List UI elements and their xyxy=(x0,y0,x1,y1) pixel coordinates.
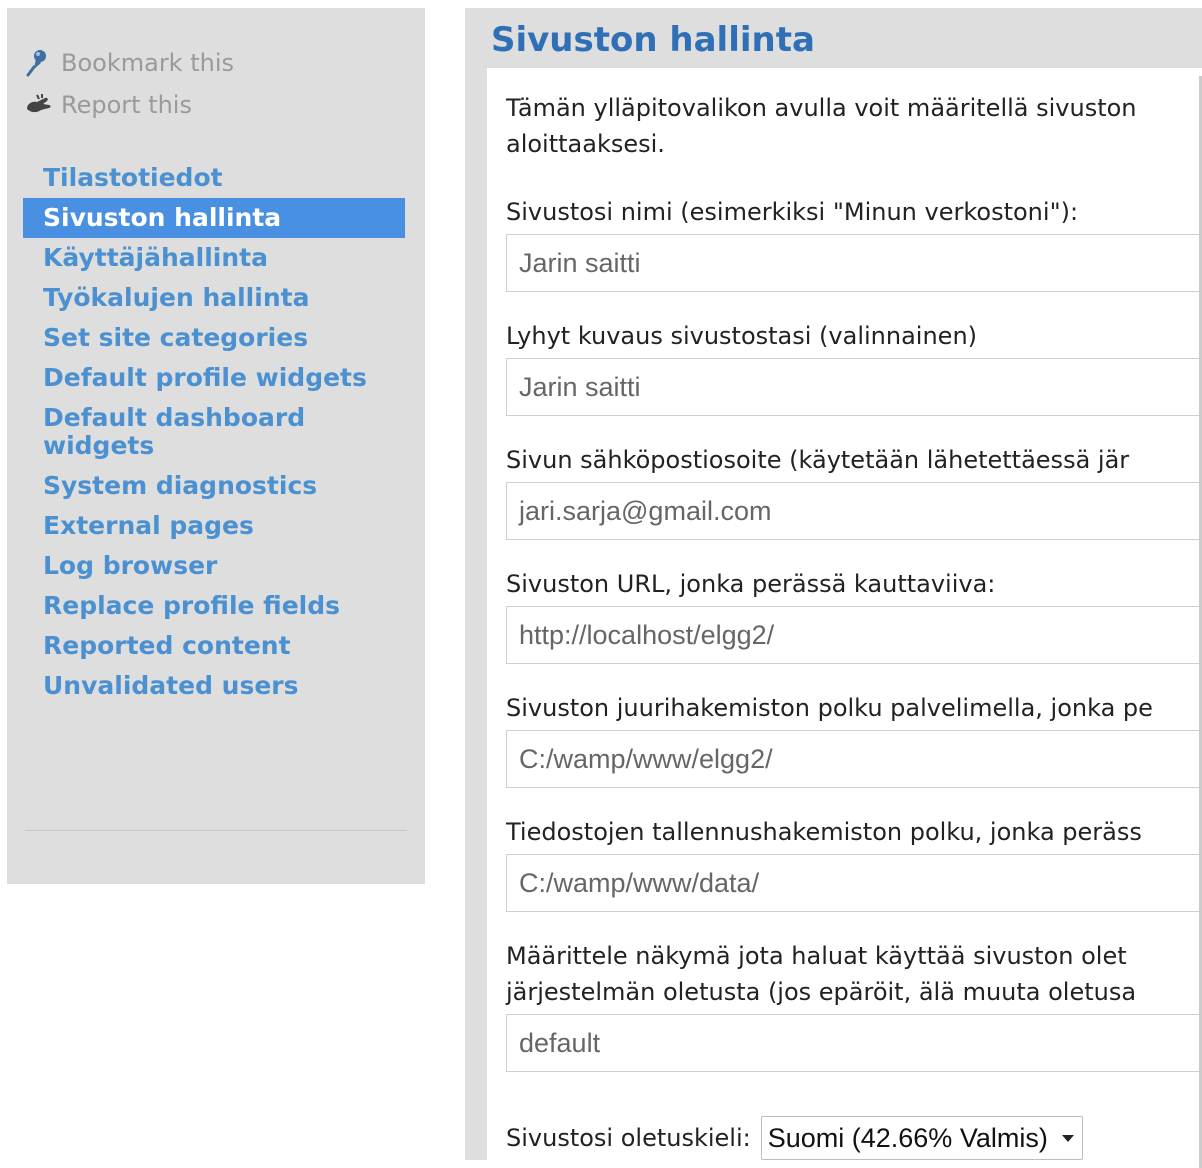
report-label: Report this xyxy=(61,91,192,119)
site-email-input[interactable]: jari.sarja@gmail.com xyxy=(506,482,1202,540)
main-panel: Sivuston hallinta Tämän ylläpitovalikon … xyxy=(465,8,1202,1168)
site-description-input[interactable]: Jarin saitti xyxy=(506,358,1202,416)
default-view-input[interactable]: default xyxy=(506,1014,1202,1072)
site-url-label: Sivuston URL, jonka perässä kauttaviiva: xyxy=(506,570,996,598)
bookmark-label: Bookmark this xyxy=(61,49,235,77)
default-view-field: Määrittele näkymä jota haluat käyttää si… xyxy=(506,938,1202,1072)
site-description-field: Lyhyt kuvaus sivustostasi (valinnainen) … xyxy=(506,318,1202,416)
menu-item-set-site-categories[interactable]: Set site categories xyxy=(23,318,405,358)
site-path-input[interactable]: C:/wamp/www/elgg2/ xyxy=(506,730,1202,788)
admin-menu: Tilastotiedot Sivuston hallinta Käyttäjä… xyxy=(23,158,405,706)
pushpin-icon xyxy=(25,48,55,78)
menu-item-unvalidated-users[interactable]: Unvalidated users xyxy=(23,666,405,706)
site-url-input[interactable]: http://localhost/elgg2/ xyxy=(506,606,1202,664)
menu-item-kayttajahallinta[interactable]: Käyttäjähallinta xyxy=(23,238,405,278)
data-path-input[interactable]: C:/wamp/www/data/ xyxy=(506,854,1202,912)
intro-text: Tämän ylläpitovalikon avulla voit määrit… xyxy=(506,90,1166,162)
menu-item-external-pages[interactable]: External pages xyxy=(23,506,405,546)
site-name-input[interactable]: Jarin saitti xyxy=(506,234,1202,292)
sidebar-divider xyxy=(25,830,407,831)
language-label: Sivustosi oletuskieli: xyxy=(506,1124,751,1152)
settings-form: Tämän ylläpitovalikon avulla voit määrit… xyxy=(487,68,1202,1160)
site-name-field: Sivustosi nimi (esimerkiksi "Minun verko… xyxy=(506,194,1202,292)
caret-down-icon xyxy=(1061,1134,1074,1142)
intro-block: Tämän ylläpitovalikon avulla voit määrit… xyxy=(506,90,1202,162)
menu-item-tyokalujen-hallinta[interactable]: Työkalujen hallinta xyxy=(23,278,405,318)
intro-line-2: aloittaaksesi. xyxy=(506,130,665,158)
admin-sidebar: Bookmark this Report this Tilastotiedot … xyxy=(7,8,425,884)
report-link[interactable]: Report this xyxy=(25,90,192,120)
intro-line-1: Tämän ylläpitovalikon avulla voit määrit… xyxy=(506,94,1137,122)
menu-item-default-profile-widgets[interactable]: Default profile widgets xyxy=(23,358,405,398)
data-path-field: Tiedostojen tallennushakemiston polku, j… xyxy=(506,814,1202,912)
site-email-field: Sivun sähköpostiosoite (käytetään lähete… xyxy=(506,442,1202,540)
menu-item-default-dashboard-widgets[interactable]: Default dashboard widgets xyxy=(23,398,323,466)
menu-item-tilastotiedot[interactable]: Tilastotiedot xyxy=(23,158,405,198)
page-title: Sivuston hallinta xyxy=(491,20,815,60)
menu-item-system-diagnostics[interactable]: System diagnostics xyxy=(23,466,405,506)
default-view-label-line-1: Määrittele näkymä jota haluat käyttää si… xyxy=(506,942,1127,970)
site-url-field: Sivuston URL, jonka perässä kauttaviiva:… xyxy=(506,566,1202,664)
hand-icon xyxy=(25,90,55,120)
menu-item-log-browser[interactable]: Log browser xyxy=(23,546,405,586)
site-email-label: Sivun sähköpostiosoite (käytetään lähete… xyxy=(506,446,1130,474)
menu-item-reported-content[interactable]: Reported content xyxy=(23,626,405,666)
language-select[interactable]: Suomi (42.66% Valmis) xyxy=(760,1116,1083,1160)
default-view-label-line-2: järjestelmän oletusta (jos epäröit, älä … xyxy=(506,978,1137,1006)
language-row: Sivustosi oletuskieli: Suomi (42.66% Val… xyxy=(506,1116,1083,1160)
menu-item-sivuston-hallinta[interactable]: Sivuston hallinta xyxy=(23,198,405,238)
site-path-label: Sivuston juurihakemiston polku palvelime… xyxy=(506,694,1153,722)
site-name-label: Sivustosi nimi (esimerkiksi "Minun verko… xyxy=(506,198,1079,226)
language-selected-value: Suomi (42.66% Valmis) xyxy=(767,1122,1048,1153)
site-path-field: Sivuston juurihakemiston polku palvelime… xyxy=(506,690,1202,788)
site-description-label: Lyhyt kuvaus sivustostasi (valinnainen) xyxy=(506,322,978,350)
menu-item-replace-profile-fields[interactable]: Replace profile fields xyxy=(23,586,405,626)
bookmark-link[interactable]: Bookmark this xyxy=(25,48,234,78)
data-path-label: Tiedostojen tallennushakemiston polku, j… xyxy=(506,818,1142,846)
